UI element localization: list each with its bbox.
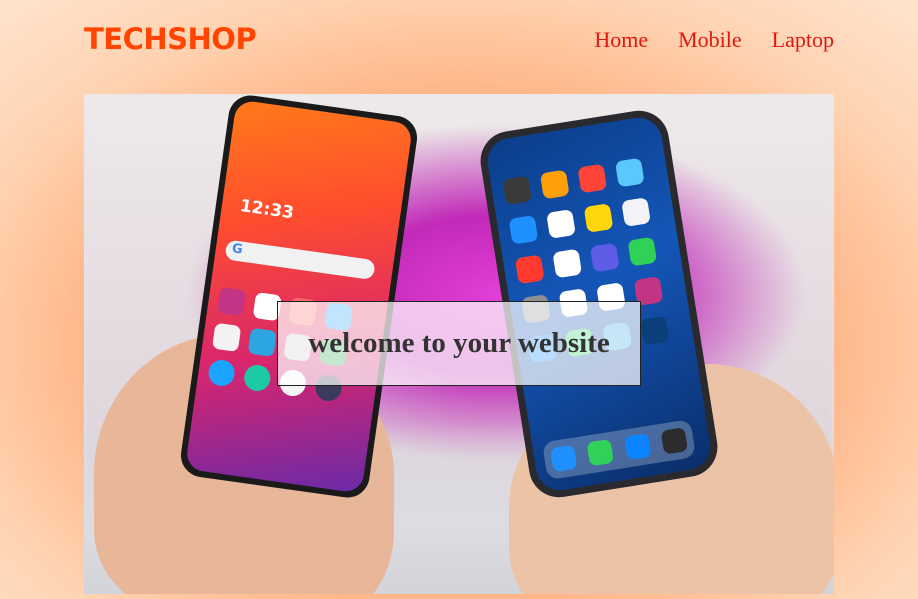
- app-icon: [242, 363, 272, 393]
- app-icon: [614, 157, 645, 188]
- app-icon: [621, 197, 651, 227]
- site-logo[interactable]: TECHSHOP: [84, 22, 257, 56]
- app-icon: [586, 438, 615, 467]
- app-icon: [211, 322, 242, 353]
- app-icon: [583, 203, 614, 233]
- nav-link-home[interactable]: Home: [594, 27, 648, 53]
- nav-link-mobile[interactable]: Mobile: [678, 27, 742, 53]
- welcome-box: welcome to your website: [277, 301, 641, 386]
- main-nav: Home Mobile Laptop: [564, 27, 834, 53]
- welcome-heading: welcome to your website: [308, 327, 610, 359]
- app-icon: [508, 215, 539, 245]
- app-icon: [514, 254, 545, 285]
- app-icon: [577, 163, 608, 194]
- app-icon: [216, 286, 247, 317]
- hero-banner: 12:33 G welcome to your website: [84, 94, 834, 594]
- app-icon: [639, 315, 670, 346]
- app-icon: [502, 175, 533, 206]
- phone-clock: 12:33: [238, 196, 296, 224]
- app-icon: [623, 432, 652, 461]
- app-icon: [627, 236, 658, 267]
- app-icon: [206, 358, 237, 388]
- app-icon: [589, 242, 620, 273]
- app-icon: [546, 209, 576, 239]
- app-icon: [660, 427, 689, 455]
- site-header: TECHSHOP Home Mobile Laptop: [84, 0, 834, 84]
- iphone-dock: [541, 419, 697, 481]
- nav-link-laptop[interactable]: Laptop: [772, 27, 834, 53]
- app-icon: [552, 248, 583, 279]
- app-icon: [539, 169, 570, 200]
- app-icon: [247, 327, 277, 358]
- app-icon: [549, 444, 578, 473]
- phone-search-bar: [224, 239, 376, 281]
